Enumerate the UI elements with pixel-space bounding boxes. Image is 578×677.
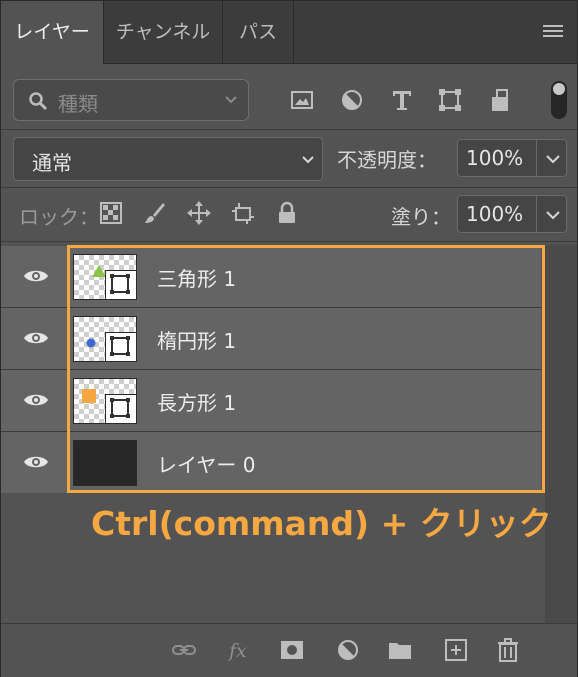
blend-mode-dropdown[interactable]: 通常 (13, 137, 323, 181)
shape-layer-icon (110, 398, 130, 418)
layers-panel: レイヤー チャンネル パス 種類 通常 不透明度： 100% ロック： 塗り： … (0, 0, 578, 677)
vector-mask-badge (105, 394, 136, 423)
fill-label: 塗り： (391, 205, 451, 229)
filter-kind-dropdown[interactable]: 種類 (13, 79, 249, 121)
fill-value: 100% (466, 202, 524, 226)
opacity-value: 100% (466, 146, 524, 170)
chevron-down-icon (546, 211, 560, 220)
shape-layer-icon (110, 274, 130, 294)
layer-row-ellipse[interactable]: 楕円形 1 (1, 308, 541, 369)
type-filter-icon[interactable] (389, 87, 415, 113)
ellipse-shape-icon (86, 338, 96, 348)
chevron-down-icon (302, 156, 314, 164)
eye-icon[interactable] (23, 266, 49, 286)
chevron-down-icon (546, 155, 560, 164)
folder-icon[interactable] (387, 637, 413, 663)
new-layer-icon[interactable] (443, 637, 469, 663)
lock-label: ロック： (19, 205, 99, 229)
layer-name[interactable]: レイヤー 0 (157, 449, 255, 478)
lock-artboard-icon[interactable] (231, 201, 255, 225)
layer-thumbnail (73, 316, 137, 362)
vector-mask-badge (105, 332, 136, 361)
shape-layer-icon (110, 336, 130, 356)
annotation-caption: Ctrl(command) + クリック (91, 504, 552, 543)
filter-kind-label: 種類 (58, 92, 98, 116)
link-icon[interactable] (171, 637, 197, 663)
chevron-down-icon (225, 96, 237, 104)
panel-menu-icon[interactable] (543, 25, 563, 39)
trash-icon[interactable] (495, 637, 521, 663)
layer-row-rectangle[interactable]: 長方形 1 (1, 370, 541, 431)
lock-position-icon[interactable] (187, 201, 211, 225)
mask-icon[interactable] (279, 637, 305, 663)
tab-layers[interactable]: レイヤー (1, 1, 103, 64)
smart-object-filter-icon[interactable] (487, 87, 513, 113)
shape-filter-icon[interactable] (437, 87, 463, 113)
layer-row-background[interactable]: レイヤー 0 (1, 432, 541, 493)
eye-icon[interactable] (23, 390, 49, 410)
layer-thumbnail (73, 440, 137, 486)
fill-field[interactable]: 100% (457, 195, 567, 233)
lock-image-pixels-icon[interactable] (143, 201, 167, 225)
tab-paths[interactable]: パス (223, 1, 293, 63)
filter-toggle[interactable] (551, 81, 567, 119)
eye-icon[interactable] (23, 452, 49, 472)
tab-bar: レイヤー チャンネル パス (1, 1, 577, 64)
opacity-field[interactable]: 100% (457, 139, 567, 177)
triangle-shape-icon (92, 265, 106, 277)
layer-name[interactable]: 長方形 1 (157, 387, 236, 416)
image-filter-icon[interactable] (289, 87, 315, 113)
layer-name[interactable]: 楕円形 1 (157, 325, 236, 354)
search-icon (29, 92, 48, 111)
layer-list-scrollbar[interactable] (545, 245, 577, 623)
fx-icon[interactable]: fx (227, 637, 253, 663)
svg-text:fx: fx (227, 640, 247, 662)
tab-channels[interactable]: チャンネル (104, 1, 222, 63)
adjustment-filter-icon[interactable] (339, 87, 365, 113)
lock-all-icon[interactable] (275, 201, 299, 225)
layer-thumbnail (73, 254, 137, 300)
layer-row-triangle[interactable]: 三角形 1 (1, 246, 541, 307)
layer-name[interactable]: 三角形 1 (157, 263, 236, 292)
adjustment-icon[interactable] (335, 637, 361, 663)
blend-mode-value: 通常 (32, 151, 72, 175)
eye-icon[interactable] (23, 328, 49, 348)
vector-mask-badge (105, 270, 136, 299)
layer-thumbnail (73, 378, 137, 424)
opacity-label: 不透明度： (337, 148, 437, 172)
lock-transparent-pixels-icon[interactable] (99, 201, 123, 225)
rectangle-shape-icon (82, 389, 96, 403)
